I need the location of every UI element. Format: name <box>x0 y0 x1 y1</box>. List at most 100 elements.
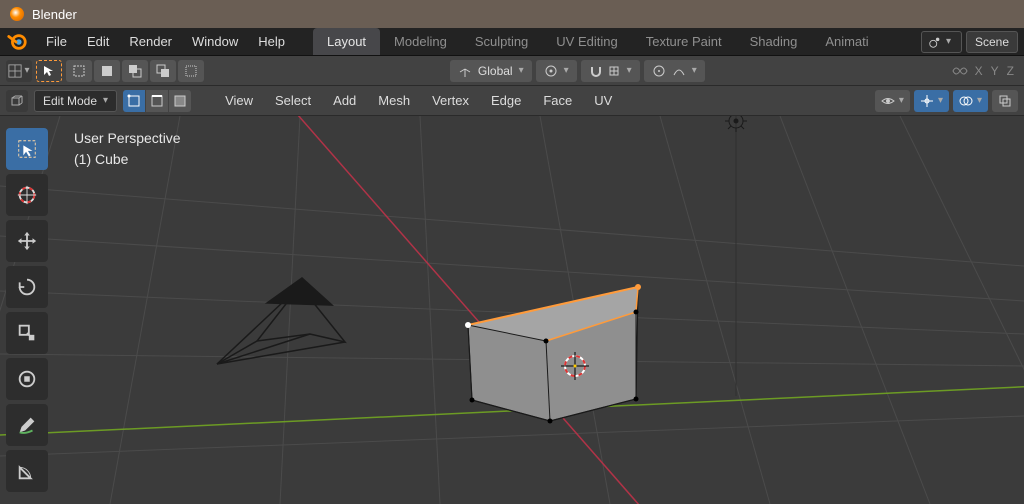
select-mode-buttons <box>66 60 204 82</box>
tab-sculpting[interactable]: Sculpting <box>461 28 542 55</box>
chevron-down-icon: ▾ <box>977 95 982 106</box>
vertex-menu[interactable]: Vertex <box>424 89 477 112</box>
tab-texture-paint[interactable]: Texture Paint <box>632 28 736 55</box>
tab-modeling[interactable]: Modeling <box>380 28 461 55</box>
chevron-down-icon: ▾ <box>24 65 29 76</box>
select-extend-button[interactable] <box>94 60 120 82</box>
visibility-dropdown[interactable]: ▾ <box>875 90 910 112</box>
cube-object <box>465 284 641 424</box>
axis-x-label[interactable]: X <box>973 64 985 78</box>
menu-window[interactable]: Window <box>182 30 248 53</box>
tool-move[interactable] <box>6 220 48 262</box>
tool-transform[interactable] <box>6 358 48 400</box>
chevron-down-icon: ▾ <box>946 36 951 47</box>
3d-viewport[interactable]: User Perspective (1) Cube <box>0 116 1024 504</box>
window-title: Blender <box>32 7 77 22</box>
editor-type-dropdown-2[interactable] <box>6 90 28 112</box>
tab-shading[interactable]: Shading <box>736 28 812 55</box>
view-menu[interactable]: View <box>217 89 261 112</box>
editor-type-dropdown[interactable]: ▾ <box>6 60 32 82</box>
move-icon <box>16 230 38 252</box>
face-select-mode[interactable] <box>169 90 191 112</box>
select-invert-button[interactable] <box>178 60 204 82</box>
select-tool-indicator[interactable] <box>36 60 62 82</box>
select-subtract-button[interactable] <box>122 60 148 82</box>
uv-menu[interactable]: UV <box>586 89 620 112</box>
mesh-menu[interactable]: Mesh <box>370 89 418 112</box>
cursor-arrow-icon <box>43 65 55 77</box>
viewport-canvas <box>0 116 1024 504</box>
proportional-edit-dropdown[interactable]: ▾ <box>644 60 705 82</box>
gizmos-dropdown[interactable]: ▾ <box>914 90 949 112</box>
tool-annotate[interactable] <box>6 404 48 446</box>
pencil-icon <box>16 414 38 436</box>
select-menu[interactable]: Select <box>267 89 319 112</box>
tool-rotate[interactable] <box>6 266 48 308</box>
menu-render[interactable]: Render <box>119 30 182 53</box>
tab-uv-editing[interactable]: UV Editing <box>542 28 631 55</box>
rect-solid-icon <box>100 64 114 78</box>
viewport-header: Edit Mode ▾ View Select Add Mesh Vertex … <box>0 86 1024 116</box>
select-intersect-button[interactable] <box>150 60 176 82</box>
tool-measure[interactable] <box>6 450 48 492</box>
scene-browse-dropdown[interactable]: ▾ <box>921 31 962 53</box>
pivot-icon <box>544 64 558 78</box>
tool-cursor[interactable] <box>6 174 48 216</box>
chevron-down-icon: ▾ <box>627 65 632 76</box>
overlay-icon <box>959 94 973 108</box>
grid-small-icon <box>607 64 621 78</box>
tool-select-box[interactable] <box>6 128 48 170</box>
rects-icon <box>128 64 142 78</box>
curve-icon <box>672 64 686 78</box>
axis-y-label[interactable]: Y <box>989 64 1001 78</box>
pivot-dropdown[interactable]: ▾ <box>536 60 577 82</box>
header-right-controls: ▾ ▾ ▾ <box>875 90 1018 112</box>
chevron-down-icon: ▾ <box>938 95 943 106</box>
grid-icon <box>8 64 22 78</box>
edge-menu[interactable]: Edge <box>483 89 529 112</box>
xray-icon <box>998 94 1012 108</box>
eye-icon <box>881 94 895 108</box>
scene-name-field[interactable]: Scene <box>966 31 1018 53</box>
viewport-info-overlay: User Perspective (1) Cube <box>74 128 181 170</box>
chevron-down-icon: ▾ <box>564 65 569 76</box>
menu-help[interactable]: Help <box>248 30 295 53</box>
tool-header: ▾ Global ▾ ▾ ▾ ▾ X Y Z <box>0 56 1024 86</box>
chevron-down-icon: ▾ <box>519 65 524 76</box>
select-set-button[interactable] <box>66 60 92 82</box>
camera-object <box>217 278 345 364</box>
orientation-label: Global <box>478 64 513 78</box>
axis-z-label[interactable]: Z <box>1005 64 1016 78</box>
scene-selector: ▾ Scene <box>921 31 1018 53</box>
menu-edit[interactable]: Edit <box>77 30 119 53</box>
vertex-select-mode[interactable] <box>123 90 145 112</box>
window-titlebar: Blender <box>0 0 1024 28</box>
menu-file[interactable]: File <box>36 30 77 53</box>
tab-layout[interactable]: Layout <box>313 28 380 55</box>
tab-animation[interactable]: Animati <box>811 28 882 55</box>
face-menu[interactable]: Face <box>535 89 580 112</box>
rects2-icon <box>156 64 170 78</box>
add-menu[interactable]: Add <box>325 89 364 112</box>
scale-icon <box>16 322 38 344</box>
snap-dropdown[interactable]: ▾ <box>581 60 640 82</box>
butterfly-icon[interactable] <box>951 62 969 80</box>
perspective-label: User Perspective <box>74 128 181 149</box>
menubar: File Edit Render Window Help Layout Mode… <box>0 28 1024 56</box>
orientation-dropdown[interactable]: Global ▾ <box>450 60 532 82</box>
transform-icon <box>16 368 38 390</box>
wireframe-cube-icon <box>11 95 23 107</box>
cursor-3d-icon <box>16 184 38 206</box>
blender-app-icon[interactable] <box>6 31 28 53</box>
tool-scale[interactable] <box>6 312 48 354</box>
interaction-mode-dropdown[interactable]: Edit Mode ▾ <box>34 90 117 112</box>
axis-icon <box>458 64 472 78</box>
edge-icon <box>150 94 164 108</box>
chevron-down-icon: ▾ <box>692 65 697 76</box>
xray-toggle[interactable] <box>992 90 1018 112</box>
overlays-dropdown[interactable]: ▾ <box>953 90 988 112</box>
gizmo-icon <box>920 94 934 108</box>
rotate-icon <box>16 276 38 298</box>
mode-label: Edit Mode <box>43 94 97 108</box>
edge-select-mode[interactable] <box>146 90 168 112</box>
